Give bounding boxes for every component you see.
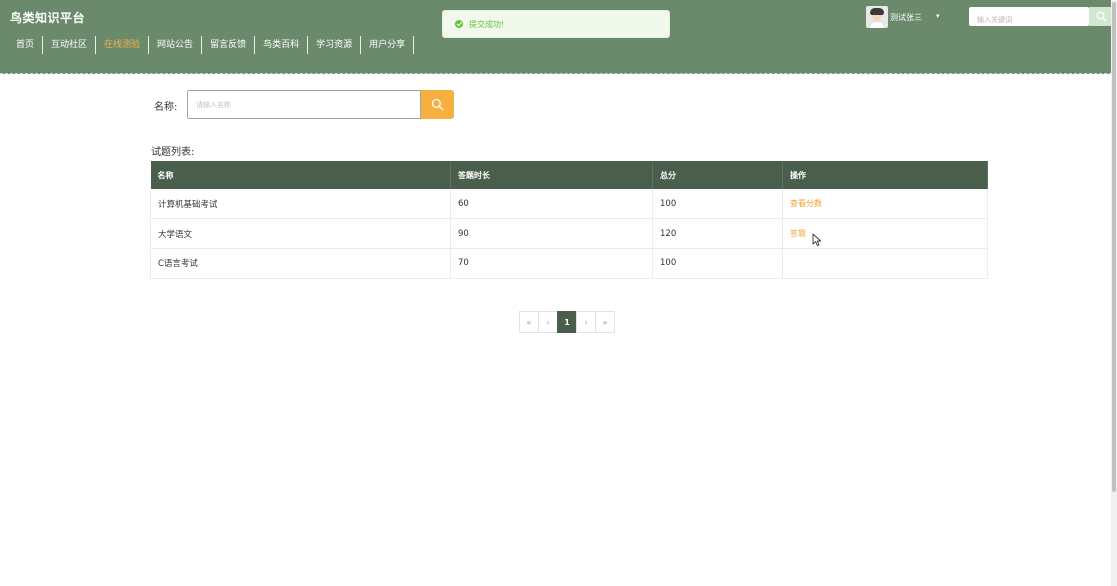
cell-total: 100 [652, 189, 783, 220]
mouse-cursor-icon [812, 233, 822, 247]
cell-name: 计算机基础考试 [150, 189, 451, 220]
page-first-button[interactable]: « [519, 311, 539, 333]
header-search-input[interactable] [969, 10, 1089, 30]
cell-action: 查看分数 [782, 189, 988, 220]
pagination: « ‹ 1 › » [519, 311, 615, 333]
cell-action [782, 248, 988, 279]
cell-duration: 60 [450, 189, 653, 220]
nav-item-feedback[interactable]: 留言反馈 [202, 36, 256, 54]
page-current-button[interactable]: 1 [557, 311, 577, 333]
page-prev-button[interactable]: ‹ [538, 311, 558, 333]
toast-message: 提交成功! [469, 19, 505, 29]
username[interactable]: 测试张三 [890, 12, 922, 23]
page-next-button[interactable]: › [576, 311, 596, 333]
table-header-row: 名称 答题时长 总分 操作 [150, 161, 988, 189]
header-search [969, 7, 1089, 30]
cell-total: 120 [652, 218, 783, 249]
site-brand[interactable]: 鸟类知识平台 [10, 9, 85, 26]
column-header-total: 总分 [652, 161, 783, 189]
success-check-icon [455, 20, 463, 28]
nav-item-encyclopedia[interactable]: 鸟类百科 [255, 36, 309, 54]
nav-item-online-quiz[interactable]: 在线测验 [96, 36, 150, 54]
table-row: C语言考试 70 100 [150, 248, 988, 279]
page-last-button[interactable]: » [595, 311, 615, 333]
query-button[interactable] [421, 90, 454, 119]
exam-list-title: 试题列表: [151, 147, 195, 158]
main-nav: 首页 互动社区 在线测验 网站公告 留言反馈 鸟类百科 学习资源 用户分享 [8, 36, 415, 54]
nav-item-resources[interactable]: 学习资源 [308, 36, 362, 54]
column-header-actions: 操作 [782, 161, 988, 189]
success-toast: 提交成功! [442, 10, 670, 38]
header-search-button[interactable] [1089, 7, 1113, 26]
table-row: 计算机基础考试 60 100 查看分数 [150, 189, 988, 220]
cell-duration: 90 [450, 218, 653, 249]
column-header-duration: 答题时长 [450, 161, 653, 189]
nav-item-community[interactable]: 互动社区 [43, 36, 97, 54]
answer-link[interactable]: 答题 [790, 229, 806, 238]
scrollbar-thumb[interactable] [1112, 2, 1116, 492]
search-icon [431, 98, 444, 111]
nav-item-announcements[interactable]: 网站公告 [149, 36, 203, 54]
table-row: 大学语文 90 120 答题 [150, 218, 988, 249]
name-filter-input[interactable] [188, 91, 420, 118]
user-avatar[interactable] [866, 6, 888, 28]
view-score-link[interactable]: 查看分数 [790, 199, 822, 208]
cell-name: 大学语文 [150, 218, 451, 249]
cell-duration: 70 [450, 248, 653, 279]
search-icon [1096, 11, 1107, 22]
exam-table: 名称 答题时长 总分 操作 计算机基础考试 60 100 查看分数 大学语文 9… [150, 161, 988, 279]
nav-item-sharing[interactable]: 用户分享 [361, 36, 415, 54]
chevron-down-icon[interactable]: ▾ [936, 12, 940, 20]
nav-item-home[interactable]: 首页 [8, 36, 44, 54]
column-header-name: 名称 [150, 161, 451, 189]
page-scrollbar[interactable] [1111, 0, 1117, 586]
cell-name: C语言考试 [150, 248, 451, 279]
name-filter-label: 名称: [154, 102, 178, 113]
cell-total: 100 [652, 248, 783, 279]
name-filter-field [187, 90, 421, 119]
